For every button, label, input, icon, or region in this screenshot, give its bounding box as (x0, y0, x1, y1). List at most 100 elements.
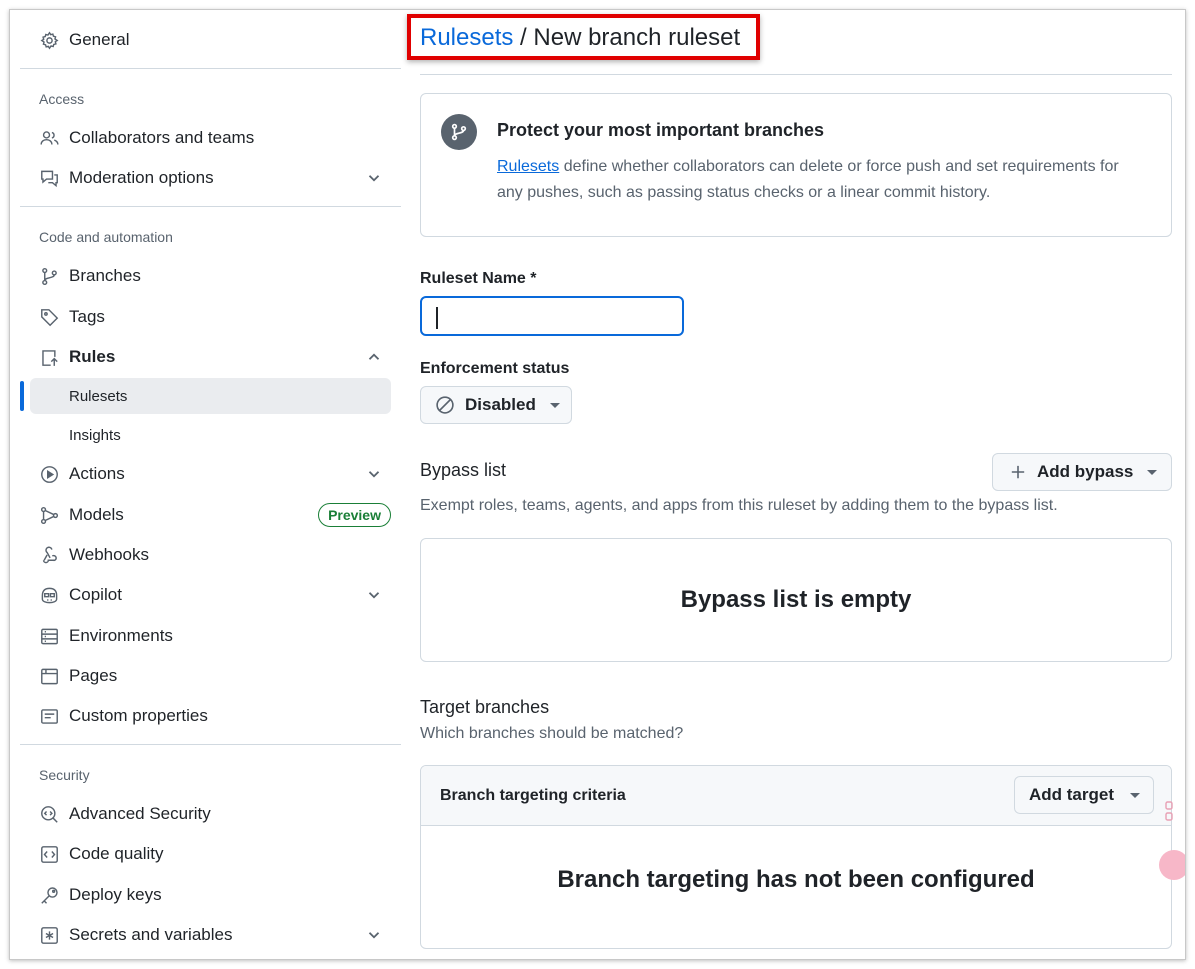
header-divider (420, 74, 1172, 75)
branch-targeting-header: Branch targeting criteria Add target (421, 766, 1171, 826)
note-icon (39, 706, 59, 726)
comment-discussion-icon (39, 168, 59, 188)
sidebar-item-code-quality[interactable]: Code quality (20, 836, 401, 872)
sidebar-item-label: Actions (69, 464, 125, 483)
play-icon (39, 464, 59, 484)
sidebar-divider (20, 68, 401, 69)
caret-down-icon (1130, 792, 1140, 798)
breadcrumb-link-rulesets[interactable]: Rulesets (420, 24, 513, 51)
sidebar-item-rulesets[interactable]: Rulesets (30, 378, 391, 414)
server-icon (39, 626, 59, 646)
key-icon (39, 885, 59, 905)
sidebar-item-actions[interactable]: Actions (20, 456, 401, 492)
sidebar-item-label: Deploy keys (69, 885, 162, 904)
sidebar-item-collaborators[interactable]: Collaborators and teams (20, 120, 401, 156)
sidebar-item-label: Tags (69, 307, 105, 326)
add-target-button[interactable]: Add target (1014, 776, 1154, 814)
git-branch-icon (441, 114, 477, 150)
target-branches-title: Target branches (420, 697, 550, 717)
sidebar-item-label: General (69, 30, 130, 49)
sidebar-item-label: Models (69, 505, 124, 524)
page-title: New branch ruleset (533, 24, 741, 51)
sidebar-item-general[interactable]: General (20, 22, 401, 58)
gear-icon (39, 30, 59, 50)
enforcement-status-label: Enforcement status (420, 360, 570, 377)
settings-window: General Access Collaborators and teams M… (9, 9, 1186, 960)
codescan-icon (39, 804, 59, 824)
ruleset-name-label: Ruleset Name * (420, 270, 537, 287)
callout-title: Protect your most important branches (497, 120, 825, 140)
section-heading-security: Security (39, 767, 90, 783)
info-callout: Protect your most important branches Rul… (420, 93, 1172, 237)
sidebar-item-label: Pages (69, 666, 118, 685)
callout-description: Rulesets define whether collaborators ca… (497, 154, 1147, 206)
add-bypass-label: Add bypass (1037, 462, 1134, 481)
circle-slash-icon (436, 396, 454, 414)
sidebar-item-label: Collaborators and teams (69, 128, 255, 147)
sidebar-item-rules[interactable]: Rules (20, 339, 401, 375)
chevron-down-icon[interactable] (365, 586, 383, 604)
add-target-label: Add target (1029, 785, 1114, 804)
chevron-down-icon[interactable] (365, 169, 383, 187)
file-code-icon (39, 844, 59, 864)
rulesets-docs-link[interactable]: Rulesets (497, 158, 559, 175)
breadcrumb: Rulesets / New branch ruleset (420, 24, 740, 52)
sidebar-item-label: Advanced Security (69, 804, 211, 823)
sidebar-item-copilot[interactable]: Copilot (20, 577, 401, 613)
sidebar-item-label: Branches (69, 266, 141, 285)
plus-icon (1011, 465, 1025, 479)
bypass-list-description: Exempt roles, teams, agents, and apps fr… (420, 497, 1058, 514)
breadcrumb-separator: / (513, 24, 534, 51)
chevron-up-icon[interactable] (365, 348, 383, 366)
webhook-icon (39, 545, 59, 565)
enforcement-status-value: Disabled (465, 395, 536, 414)
section-heading-access: Access (39, 91, 85, 107)
chevron-down-icon[interactable] (365, 465, 383, 483)
sidebar-item-webhooks[interactable]: Webhooks (20, 537, 401, 573)
sidebar-item-label: Rules (69, 347, 116, 366)
sidebar-item-moderation[interactable]: Moderation options (20, 160, 401, 196)
apps-icon[interactable] (1163, 800, 1179, 822)
tag-icon (39, 307, 59, 327)
sidebar-item-label: Secrets and variables (69, 925, 233, 944)
chevron-down-icon[interactable] (365, 926, 383, 944)
git-branch-icon (39, 266, 59, 286)
sidebar-item-environments[interactable]: Environments (20, 618, 401, 654)
sidebar-item-tags[interactable]: Tags (20, 299, 401, 335)
sidebar-item-deploy-keys[interactable]: Deploy keys (20, 877, 401, 913)
main-content: Rulesets / New branch ruleset Protect yo… (407, 10, 1172, 959)
sidebar-item-insights[interactable]: Insights (30, 417, 391, 453)
asterisk-icon (39, 925, 59, 945)
copilot-icon (39, 585, 59, 605)
sidebar-item-pages[interactable]: Pages (20, 658, 401, 694)
caret-down-icon (1147, 469, 1158, 475)
enforcement-status-dropdown[interactable]: Disabled (420, 386, 572, 424)
branch-targeting-title: Branch targeting criteria (440, 787, 626, 804)
sidebar-item-label: Webhooks (69, 545, 150, 564)
ruleset-name-input[interactable] (420, 296, 684, 336)
sidebar-item-secrets[interactable]: Secrets and variables (20, 917, 401, 953)
caret-down-icon (549, 402, 560, 408)
branch-targeting-empty: Branch targeting has not been configured (557, 866, 1035, 893)
people-icon (39, 128, 59, 148)
section-heading-code-automation: Code and automation (39, 229, 173, 245)
sidebar-item-models[interactable]: Models Preview (20, 497, 401, 533)
sidebar-item-label: Moderation options (69, 168, 214, 187)
text-cursor (436, 307, 438, 329)
sidebar-divider (20, 206, 401, 207)
sidebar-item-branches[interactable]: Branches (20, 258, 401, 294)
sidebar-item-custom-properties[interactable]: Custom properties (20, 698, 401, 734)
target-branches-description: Which branches should be matched? (420, 725, 684, 742)
add-bypass-button[interactable]: Add bypass (992, 453, 1172, 491)
branch-targeting-panel: Branch targeting criteria Add target Bra… (420, 765, 1172, 949)
preview-badge: Preview (318, 503, 391, 527)
sidebar-item-label: Copilot (69, 585, 122, 604)
settings-sidebar: General Access Collaborators and teams M… (20, 10, 401, 959)
bypass-list-empty: Bypass list is empty (420, 538, 1172, 662)
sidebar-item-advanced-security[interactable]: Advanced Security (20, 796, 401, 832)
assistant-icon[interactable] (1159, 850, 1185, 880)
repo-push-icon (39, 347, 59, 367)
sidebar-item-label: Environments (69, 626, 173, 645)
bypass-list-title: Bypass list (420, 460, 507, 480)
sidebar-divider (20, 744, 401, 745)
